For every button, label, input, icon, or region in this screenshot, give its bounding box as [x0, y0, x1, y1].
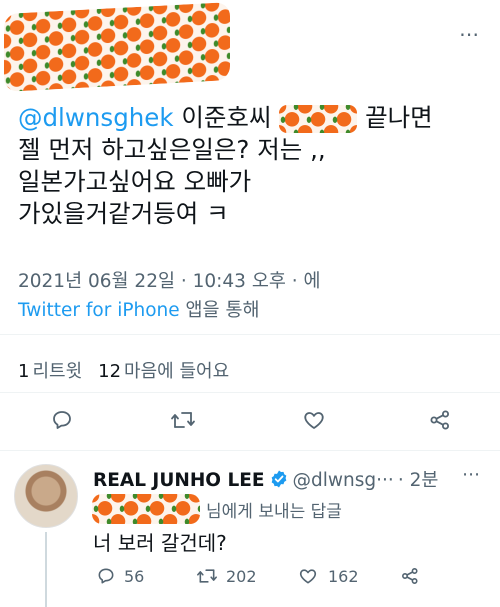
share-icon [430, 410, 449, 430]
reply-text: 너 보러 갈건데? [93, 531, 227, 555]
thread-line [45, 532, 47, 607]
reply-author-handle[interactable]: @dlwnsg··· [293, 470, 394, 491]
reply-button[interactable] [50, 408, 74, 432]
tweet-text-part2: 끝나면 [357, 103, 433, 132]
like-stat[interactable]: 12 마음에 들어요 [98, 361, 229, 382]
more-icon[interactable]: ⋯ [462, 464, 480, 485]
reply-retweet-count: 202 [226, 566, 257, 586]
reply-retweet-button[interactable]: 202 [196, 566, 257, 586]
tweet-line-2: 젤 먼저 하고싶은일은? 저는 ,, [18, 135, 326, 164]
avatar[interactable] [14, 464, 78, 528]
reply-like-count: 162 [328, 566, 359, 586]
more-icon[interactable]: ⋯ [459, 22, 480, 46]
tweet-timestamp[interactable]: 2021년 06월 22일 · 10:43 오후 · 에 [18, 267, 321, 293]
reply-time: · 2분 [397, 470, 439, 491]
redacted-username-sticker [92, 494, 200, 524]
divider [0, 392, 500, 393]
tweet-line-4: 가있을거같거등여 ㅋ [18, 199, 229, 228]
reply-reply-button[interactable]: 56 [96, 566, 144, 586]
like-stat-label: 마음에 들어요 [124, 361, 230, 382]
reply-author-name[interactable]: REAL JUNHO LEE [93, 470, 265, 491]
tweet-source: Twitter for iPhone 앱을 통해 [18, 296, 260, 322]
tweet-action-bar [0, 400, 500, 440]
retweet-button[interactable] [170, 408, 196, 432]
redacted-username-sticker [4, 2, 230, 92]
like-count: 12 [98, 361, 122, 382]
retweet-count: 1 [18, 361, 30, 382]
reply-icon [98, 568, 114, 584]
mention-link[interactable]: @dlwnsghek [18, 103, 174, 132]
retweet-stat-label: 리트윗 [32, 361, 83, 382]
share-icon [402, 568, 418, 584]
divider [0, 334, 500, 335]
replying-to-label: 님에게 보내는 답글 [206, 502, 342, 522]
source-suffix: 앱을 통해 [179, 300, 260, 321]
reply-count: 56 [124, 566, 145, 586]
reply-header: REAL JUNHO LEE @dlwnsg··· · 2분 [93, 466, 493, 492]
share-button[interactable] [428, 408, 452, 432]
redacted-word-sticker [279, 105, 358, 133]
retweet-icon [197, 569, 217, 583]
tweet-text: @dlwnsghek 이준호씨 끝나면 젤 먼저 하고싶은일은? 저는 ,, 일… [18, 102, 488, 230]
retweet-stat[interactable]: 1 리트윗 [18, 361, 82, 382]
retweet-icon [171, 412, 195, 428]
reply-share-button[interactable] [400, 566, 420, 586]
like-icon [304, 412, 324, 429]
verified-badge-icon [271, 470, 286, 488]
like-icon [299, 569, 317, 584]
tweet-stats: 1 리트윗 12 마음에 들어요 [18, 357, 229, 383]
like-button[interactable] [302, 408, 326, 432]
reply-icon [53, 411, 71, 429]
tweet-text-part1: 이준호씨 [173, 103, 280, 132]
reply-like-button[interactable]: 162 [298, 566, 359, 586]
divider [0, 450, 500, 451]
source-link[interactable]: Twitter for iPhone [18, 300, 180, 321]
tweet-line-3: 일본가고싶어요 오빠가 [18, 167, 252, 196]
